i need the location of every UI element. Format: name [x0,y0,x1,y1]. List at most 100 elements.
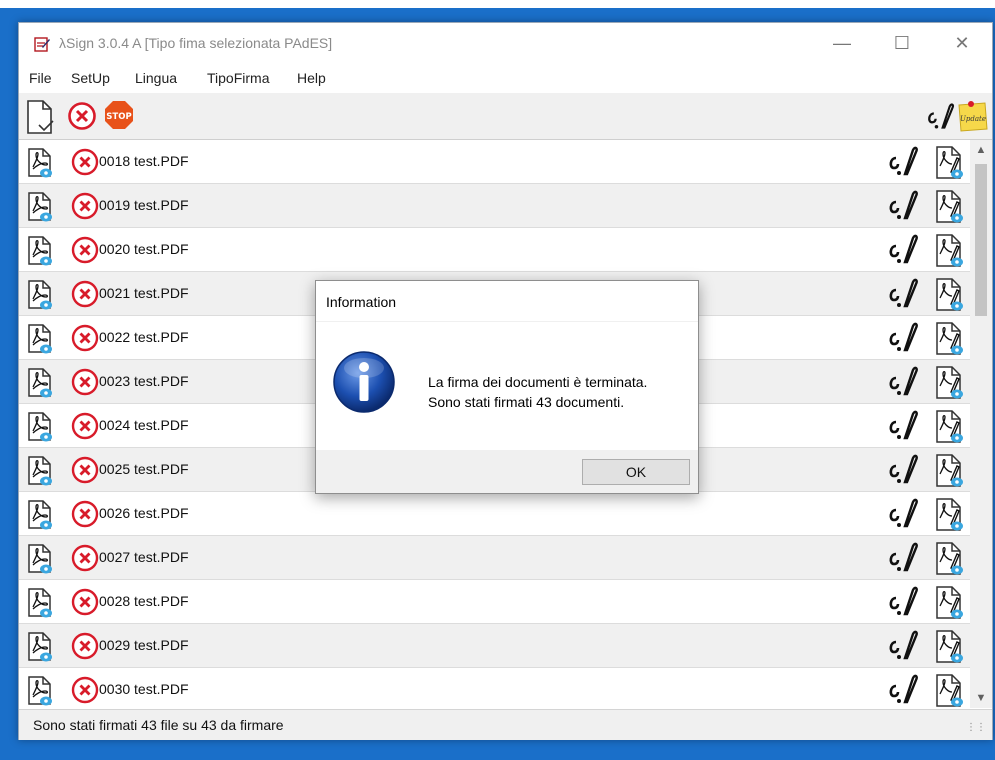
sign-file-icon[interactable] [885,410,919,442]
signed-pdf-icon[interactable] [935,410,965,444]
scroll-down-arrow-icon[interactable]: ▼ [970,688,992,708]
pdf-view-icon[interactable] [27,676,53,706]
file-row[interactable]: 0020 test.PDF [19,228,970,272]
vertical-scrollbar[interactable]: ▲ ▼ [970,140,992,708]
signed-pdf-icon[interactable] [935,146,965,180]
menu-file[interactable]: File [29,70,52,86]
desktop-strip [0,0,995,8]
sign-file-icon[interactable] [885,542,919,574]
signed-pdf-icon[interactable] [935,190,965,224]
signed-pdf-icon[interactable] [935,322,965,356]
pdf-view-icon[interactable] [27,500,53,530]
menu-setup[interactable]: SetUp [71,70,110,86]
pdf-view-icon[interactable] [27,280,53,310]
close-button[interactable]: ✕ [939,23,985,63]
dialog-title: Information [326,294,397,310]
pdf-view-icon[interactable] [27,588,53,618]
file-name: 0018 test.PDF [99,153,189,169]
maximize-button[interactable]: ☐ [879,23,925,63]
signed-pdf-icon[interactable] [935,366,965,400]
file-name: 0019 test.PDF [99,197,189,213]
pdf-view-icon[interactable] [27,632,53,662]
sign-file-icon[interactable] [885,586,919,618]
status-bar: Sono stati firmati 43 file su 43 da firm… [19,709,992,740]
menu-help[interactable]: Help [297,70,326,86]
pdf-view-icon[interactable] [27,324,53,354]
resize-grip-icon[interactable]: ⋮⋮ [966,722,986,733]
file-name: 0020 test.PDF [99,241,189,257]
sign-file-icon[interactable] [885,674,919,706]
signed-pdf-icon[interactable] [935,498,965,532]
remove-file-icon[interactable] [71,412,99,440]
sign-file-icon[interactable] [885,278,919,310]
sign-file-icon[interactable] [885,366,919,398]
minimize-button[interactable]: — [819,23,865,63]
menu-tipofirma[interactable]: TipoFirma [207,70,270,86]
menu-bar: File SetUp Lingua TipoFirma Help [19,67,992,91]
remove-file-icon[interactable] [71,192,99,220]
signed-pdf-icon[interactable] [935,454,965,488]
pdf-view-icon[interactable] [27,148,53,178]
signed-pdf-icon[interactable] [935,630,965,664]
file-row[interactable]: 0028 test.PDF [19,580,970,624]
file-name: 0027 test.PDF [99,549,189,565]
toolbar: STOP Update [19,93,992,140]
remove-file-icon[interactable] [71,456,99,484]
signed-pdf-icon[interactable] [935,674,965,708]
pdf-view-icon[interactable] [27,236,53,266]
update-note-icon[interactable]: Update [957,99,989,133]
remove-all-icon[interactable] [67,101,97,131]
pdf-view-icon[interactable] [27,544,53,574]
signed-pdf-icon[interactable] [935,542,965,576]
pdf-view-icon[interactable] [27,368,53,398]
file-name: 0024 test.PDF [99,417,189,433]
stop-icon[interactable]: STOP [103,99,135,131]
dialog-message-line2: Sono stati firmati 43 documenti. [428,394,625,410]
file-name: 0025 test.PDF [99,461,189,477]
sign-file-icon[interactable] [885,498,919,530]
sign-file-icon[interactable] [885,146,919,178]
file-row[interactable]: 0027 test.PDF [19,536,970,580]
file-row[interactable]: 0018 test.PDF [19,140,970,184]
remove-file-icon[interactable] [71,148,99,176]
remove-file-icon[interactable] [71,676,99,704]
file-row[interactable]: 0029 test.PDF [19,624,970,668]
file-row[interactable]: 0019 test.PDF [19,184,970,228]
pdf-view-icon[interactable] [27,456,53,486]
sign-file-icon[interactable] [885,630,919,662]
open-file-icon[interactable] [25,99,55,135]
sign-file-icon[interactable] [885,190,919,222]
file-name: 0029 test.PDF [99,637,189,653]
menu-lingua[interactable]: Lingua [135,70,177,86]
signed-pdf-icon[interactable] [935,278,965,312]
pdf-view-icon[interactable] [27,192,53,222]
remove-file-icon[interactable] [71,324,99,352]
remove-file-icon[interactable] [71,544,99,572]
information-dialog: Information La firma dei documenti è ter… [315,280,699,494]
file-name: 0030 test.PDF [99,681,189,697]
scroll-thumb[interactable] [975,164,987,316]
remove-file-icon[interactable] [71,588,99,616]
file-row[interactable]: 0030 test.PDF [19,668,970,708]
signature-app-icon [34,37,50,52]
sign-all-icon[interactable] [925,101,955,133]
file-name: 0028 test.PDF [99,593,189,609]
ok-button[interactable]: OK [582,459,690,485]
sign-file-icon[interactable] [885,322,919,354]
pdf-view-icon[interactable] [27,412,53,442]
signed-pdf-icon[interactable] [935,586,965,620]
file-name: 0021 test.PDF [99,285,189,301]
sign-file-icon[interactable] [885,454,919,486]
signed-pdf-icon[interactable] [935,234,965,268]
file-name: 0022 test.PDF [99,329,189,345]
remove-file-icon[interactable] [71,280,99,308]
remove-file-icon[interactable] [71,500,99,528]
remove-file-icon[interactable] [71,236,99,264]
dialog-body: La firma dei documenti è terminata. Sono… [316,321,698,450]
file-row[interactable]: 0026 test.PDF [19,492,970,536]
scroll-up-arrow-icon[interactable]: ▲ [970,140,992,160]
remove-file-icon[interactable] [71,368,99,396]
sign-file-icon[interactable] [885,234,919,266]
remove-file-icon[interactable] [71,632,99,660]
stop-label: STOP [106,112,131,122]
